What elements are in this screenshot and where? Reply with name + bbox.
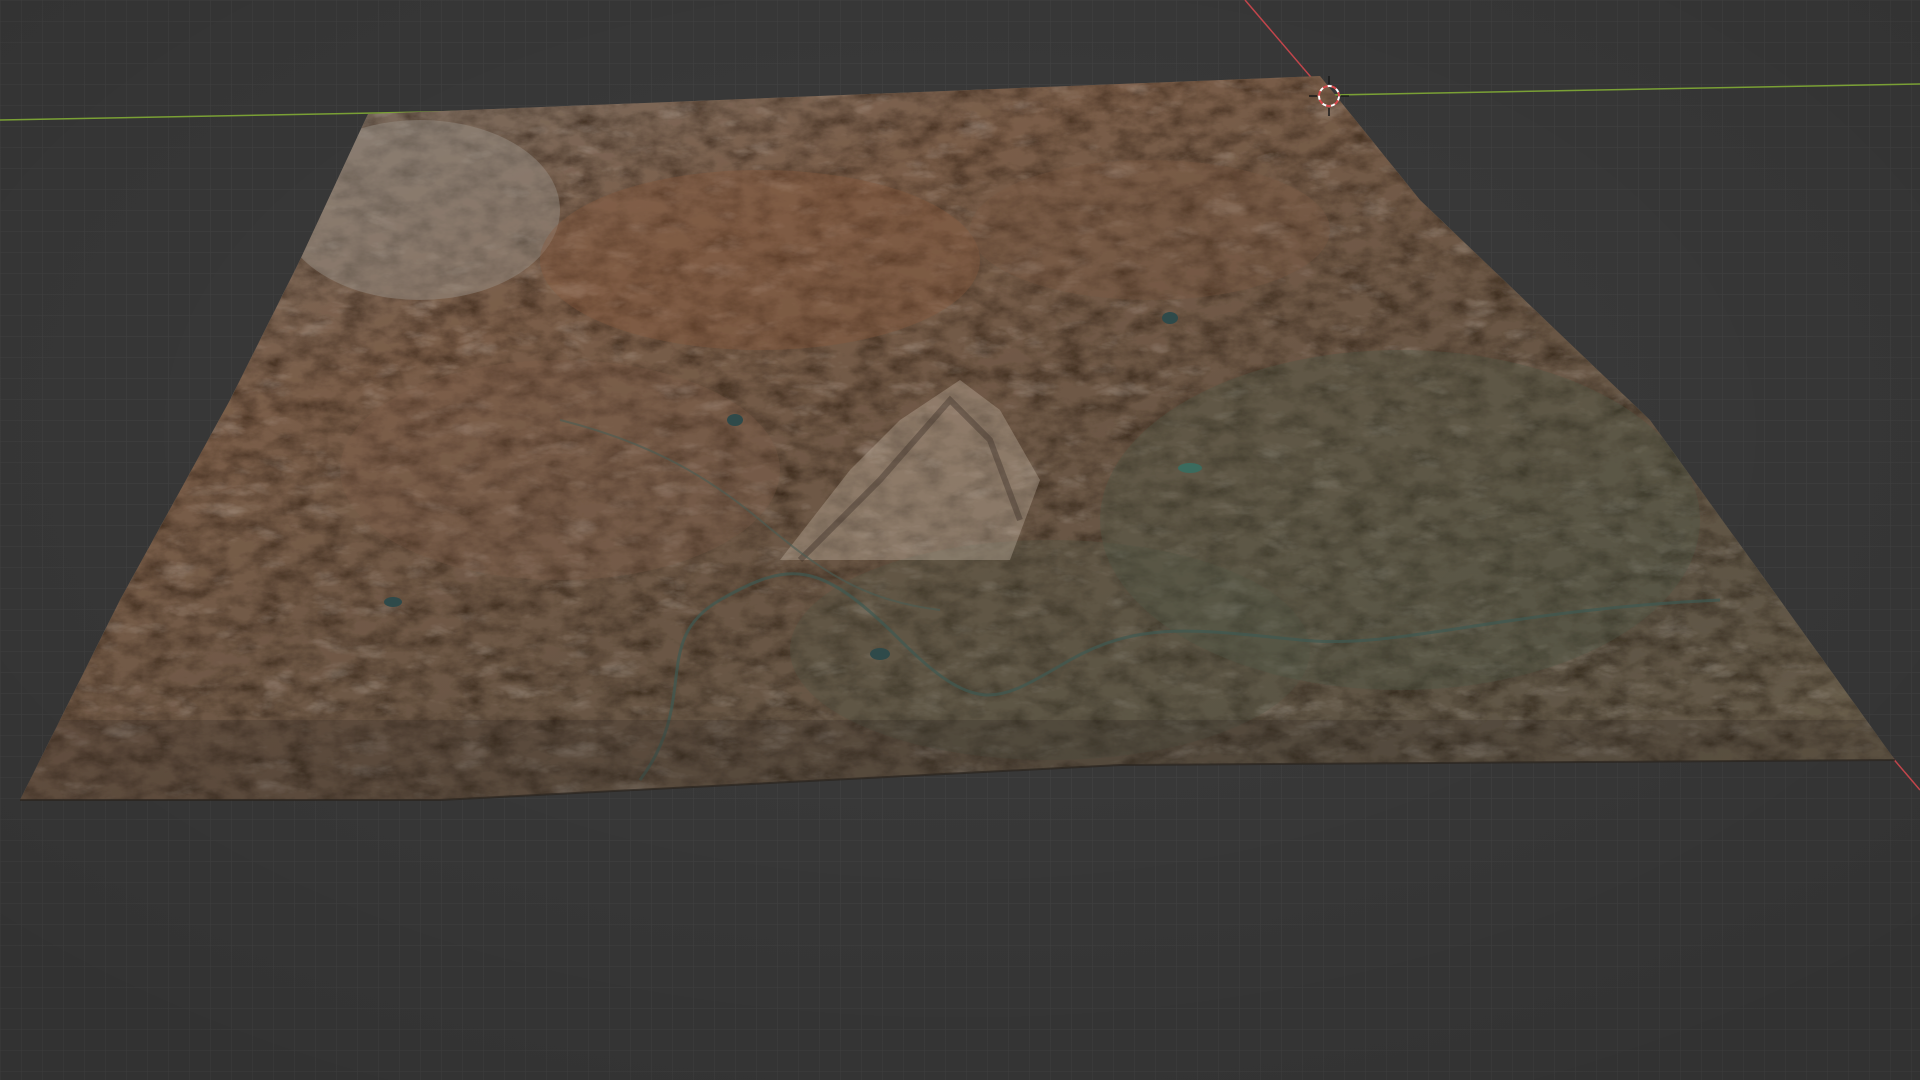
viewport-canvas[interactable] (0, 0, 1920, 1080)
3d-viewport[interactable] (0, 0, 1920, 1080)
